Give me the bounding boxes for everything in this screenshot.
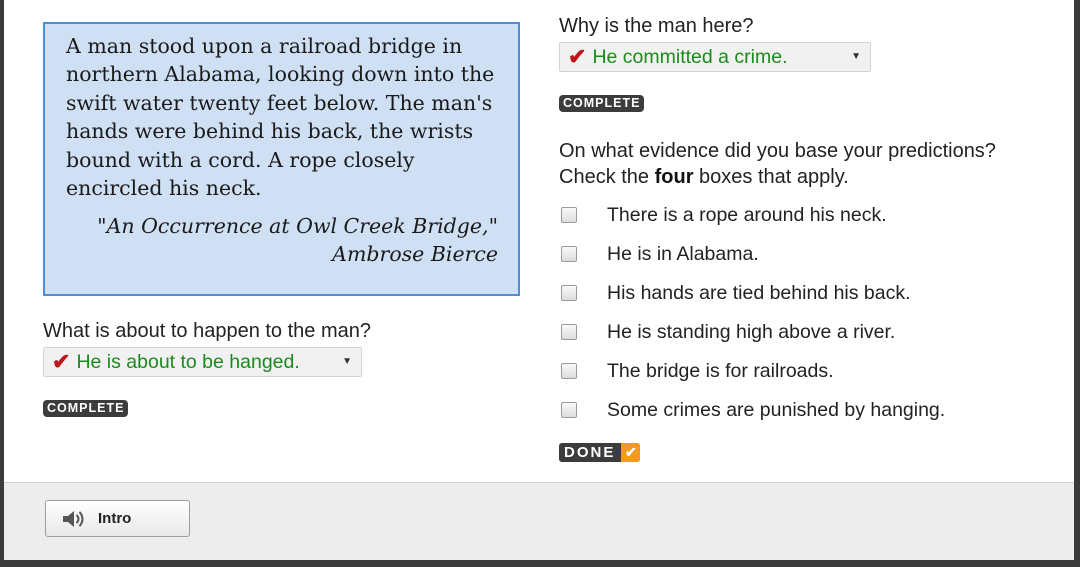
evidence-prompt-end: boxes that apply. bbox=[693, 166, 849, 188]
evidence-option-label: He is in Alabama. bbox=[607, 242, 759, 265]
dropdown-caret-icon: ▼ bbox=[851, 51, 861, 62]
checkmark-icon: ✔ bbox=[621, 443, 641, 462]
evidence-option[interactable]: His hands are tied behind his back. bbox=[559, 279, 911, 307]
question-2-dropdown[interactable]: ✔ He committed a crime. ▼ bbox=[559, 42, 871, 72]
question-2-status-badge: COMPLETE bbox=[559, 95, 645, 112]
intro-button-label: Intro bbox=[98, 510, 132, 527]
citation-author: Ambrose Bierce bbox=[332, 242, 498, 267]
dropdown-caret-icon: ▼ bbox=[342, 356, 352, 367]
question-2-selected: He committed a crime. bbox=[592, 45, 788, 68]
question-1-status-badge: COMPLETE bbox=[43, 400, 129, 417]
evidence-checkbox[interactable] bbox=[561, 402, 577, 418]
passage-citation: "An Occurrence at Owl Creek Bridge," Amb… bbox=[66, 212, 498, 268]
passage-text: A man stood upon a railroad bridge in no… bbox=[66, 34, 495, 201]
evidence-checkbox[interactable] bbox=[561, 285, 577, 301]
evidence-checkbox[interactable] bbox=[561, 207, 577, 223]
intro-button[interactable]: Intro bbox=[45, 500, 190, 537]
passage-box: A man stood upon a railroad bridge in no… bbox=[43, 22, 520, 296]
evidence-option-label: His hands are tied behind his back. bbox=[607, 281, 911, 304]
evidence-option-label: There is a rope around his neck. bbox=[607, 203, 887, 226]
question-1-label: What is about to happen to the man? bbox=[43, 320, 371, 342]
question-1-selected: He is about to be hanged. bbox=[76, 350, 300, 373]
correct-check-icon: ✔ bbox=[52, 349, 71, 374]
evidence-option-label: The bridge is for railroads. bbox=[607, 359, 834, 382]
activity-page: A man stood upon a railroad bridge in no… bbox=[4, 0, 1074, 560]
evidence-checkbox[interactable] bbox=[561, 324, 577, 340]
question-1-dropdown[interactable]: ✔ He is about to be hanged. ▼ bbox=[43, 347, 362, 377]
citation-title: "An Occurrence at Owl Creek Bridge," bbox=[97, 214, 498, 239]
evidence-option[interactable]: There is a rope around his neck. bbox=[559, 201, 887, 229]
evidence-option[interactable]: He is standing high above a river. bbox=[559, 318, 895, 346]
done-button[interactable]: DONE ✔ bbox=[559, 443, 641, 462]
correct-check-icon: ✔ bbox=[568, 44, 587, 69]
evidence-option[interactable]: He is in Alabama. bbox=[559, 240, 759, 268]
evidence-option-label: He is standing high above a river. bbox=[607, 320, 896, 343]
question-2-label: Why is the man here? bbox=[559, 15, 754, 37]
evidence-prompt-emphasis: four bbox=[654, 166, 694, 188]
activity-content: A man stood upon a railroad bridge in no… bbox=[4, 0, 1074, 482]
evidence-prompt: On what evidence did you base your predi… bbox=[559, 138, 1039, 190]
evidence-option[interactable]: The bridge is for railroads. bbox=[559, 357, 834, 385]
evidence-checkbox[interactable] bbox=[561, 363, 577, 379]
speaker-icon bbox=[63, 510, 84, 527]
evidence-option[interactable]: Some crimes are punished by hanging. bbox=[559, 396, 945, 424]
done-button-label: DONE bbox=[564, 444, 616, 461]
evidence-checkbox[interactable] bbox=[561, 246, 577, 262]
evidence-option-label: Some crimes are punished by hanging. bbox=[607, 398, 946, 421]
